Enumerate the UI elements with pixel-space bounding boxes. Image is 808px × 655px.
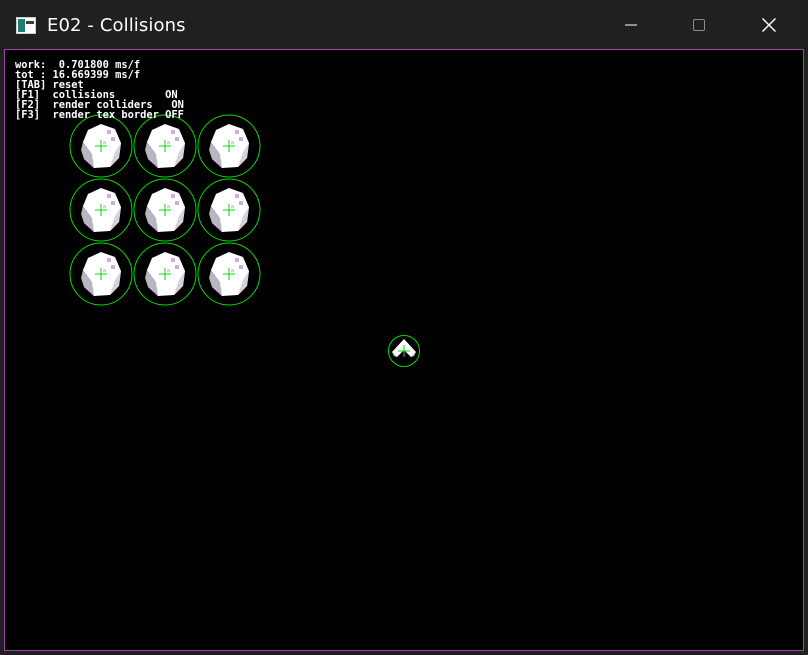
game-scene (69, 114, 420, 367)
asteroid (197, 114, 261, 178)
player-ship (388, 335, 420, 367)
maximize-icon (693, 19, 705, 31)
asteroid (133, 178, 197, 242)
title-bar[interactable]: E02 - Collisions (0, 0, 808, 50)
render-tex-border-toggle-status: [F3] render tex border OFF (15, 109, 184, 121)
asteroid (197, 242, 261, 306)
asteroid (197, 178, 261, 242)
debug-overlay: work: 0.701800 ms/f tot : 16.669399 ms/f[… (15, 60, 184, 120)
asteroid (133, 242, 197, 306)
asteroid (69, 114, 133, 178)
asteroid (69, 178, 133, 242)
asteroid-grid (69, 114, 261, 306)
asteroid (133, 114, 197, 178)
minimize-icon (625, 24, 637, 26)
maximize-button[interactable] (664, 0, 734, 50)
app-window: E02 - Collisions work: 0.701800 ms/f tot… (0, 0, 808, 655)
window-title: E02 - Collisions (47, 15, 186, 36)
game-viewport[interactable]: work: 0.701800 ms/f tot : 16.669399 ms/f[… (4, 49, 804, 651)
asteroid (69, 242, 133, 306)
close-button[interactable] (734, 0, 804, 50)
minimize-button[interactable] (596, 0, 666, 50)
app-window-icon (16, 17, 36, 34)
close-icon (762, 18, 776, 32)
